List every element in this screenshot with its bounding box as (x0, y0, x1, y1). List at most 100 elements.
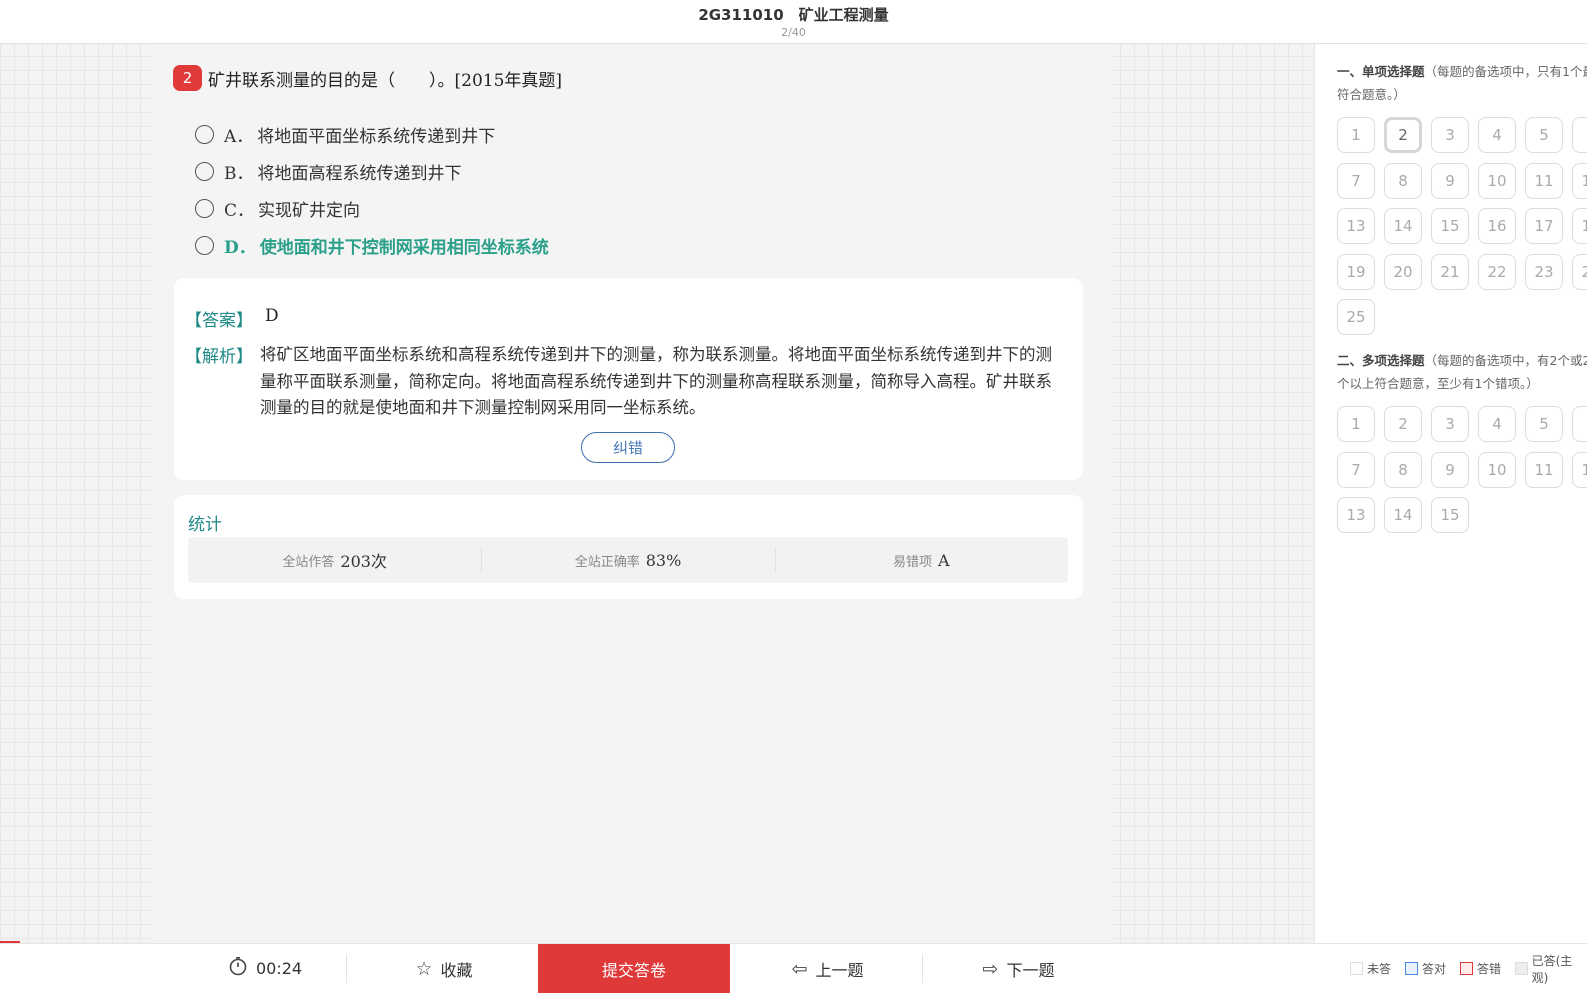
question-number-cell[interactable]: 1 (1337, 406, 1375, 442)
stat-label: 易错项 (893, 554, 933, 570)
exam-title: 2G311010 矿业工程测量 (698, 6, 889, 24)
question-number-cell[interactable]: 6 (1572, 406, 1587, 442)
timer-value: 00:24 (255, 959, 303, 978)
next-question-button[interactable]: ⇨ 下一题 (926, 944, 1111, 993)
section-single-choice-title: 一、单项选择题（每题的备选项中，只有1个最符合题意。） (1337, 60, 1587, 106)
question-number-cell[interactable]: 19 (1337, 253, 1375, 290)
question-number-cell[interactable]: 13 (1337, 208, 1375, 244)
legend-label: 答错 (1477, 962, 1502, 976)
question-number-badge: 2 (173, 65, 202, 91)
legend-label: 未答 (1367, 962, 1392, 976)
answer-value: D (265, 306, 279, 326)
question-number-cell[interactable]: 5 (1525, 406, 1563, 442)
option-letter: B． (224, 164, 254, 184)
legend-swatch (1350, 962, 1363, 975)
stat-label: 全站作答 (282, 554, 335, 570)
question-number-cell[interactable]: 13 (1337, 497, 1375, 533)
question-number-cell[interactable]: 11 (1525, 451, 1563, 488)
section-title: 二、多项选择题 (1337, 353, 1425, 368)
option-text: 实现矿井定向 (258, 201, 361, 221)
option-a[interactable]: A． 将地面平面坐标系统传递到井下 (195, 116, 549, 153)
question-number-cell[interactable]: 3 (1431, 406, 1469, 442)
question-number-cell[interactable]: 22 (1478, 253, 1516, 290)
question-number-cell[interactable]: 7 (1337, 162, 1375, 199)
question-number-cell[interactable]: 14 (1384, 208, 1422, 244)
favorite-button[interactable]: ☆ 收藏 (350, 944, 538, 993)
question-number-cell[interactable]: 9 (1431, 162, 1469, 199)
stat-label: 全站正确率 (574, 554, 640, 570)
question-number-cell[interactable]: 8 (1384, 451, 1422, 488)
option-c[interactable]: C． 实现矿井定向 (195, 190, 549, 227)
question-number-cell[interactable]: 10 (1478, 451, 1516, 488)
question-text: 矿井联系测量的目的是（ ）。[2015年真题] (208, 70, 563, 91)
legend-swatch (1405, 962, 1418, 975)
question-number-cell[interactable]: 25 (1337, 299, 1375, 335)
question-number-cell[interactable]: 1 (1337, 117, 1375, 153)
question-number-cell[interactable]: 23 (1525, 253, 1563, 290)
question-number-cell[interactable]: 15 (1431, 497, 1469, 533)
explanation-text: 将矿区地面平面坐标系统和高程系统传递到井下的测量，称为联系测量。将地面平面坐标系… (260, 345, 1052, 417)
stats-bar: 全站作答 203次 全站正确率 83% 易错项 A (188, 537, 1068, 583)
stat-value: 83% (645, 550, 682, 570)
legend-correct: 答对 (1405, 944, 1446, 993)
answer-label: 【答案】 (185, 311, 253, 331)
option-text: 将地面高程系统传递到井下 (257, 164, 462, 184)
top-header: 2G311010 矿业工程测量 2/40 (0, 0, 1587, 44)
question-number-cell[interactable]: 12 (1572, 451, 1587, 488)
star-icon: ☆ (415, 957, 433, 980)
question-number-cell[interactable]: 10 (1478, 162, 1516, 199)
question-number-cell[interactable]: 18 (1572, 208, 1587, 244)
section-multi-choice-title: 二、多项选择题（每题的备选项中，有2个或2个以上符合题意，至少有1个错项。） (1337, 349, 1587, 395)
bottom-toolbar: 00:24 ☆ 收藏 提交答卷 ⇦ 上一题 ⇨ 下一题 未答 答对 答错 已答(… (0, 943, 1587, 993)
legend-swatch (1515, 962, 1528, 975)
question-header: 2 矿井联系测量的目的是（ ）。[2015年真题] (173, 64, 562, 92)
question-number-cell[interactable]: 6 (1572, 117, 1587, 153)
stat-value: A (938, 550, 950, 570)
section-title: 一、单项选择题 (1337, 64, 1425, 79)
stat-common-wrong: 易错项 A (774, 537, 1068, 583)
question-number-cell[interactable]: 17 (1525, 208, 1563, 244)
question-number-cell[interactable]: 4 (1478, 117, 1516, 153)
question-number-cell[interactable]: 8 (1384, 162, 1422, 199)
answer-row: 【答案】 D (185, 306, 279, 331)
prev-label: 上一题 (815, 960, 864, 980)
question-number-cell[interactable]: 4 (1478, 406, 1516, 442)
question-number-cell[interactable]: 15 (1431, 208, 1469, 244)
question-number-cell[interactable]: 11 (1525, 162, 1563, 199)
stats-card: 统计 全站作答 203次 全站正确率 83% 易错项 A (174, 495, 1083, 599)
divider (922, 954, 923, 983)
submit-exam-button[interactable]: 提交答卷 (538, 944, 730, 993)
question-number-cell[interactable]: 16 (1478, 208, 1516, 244)
radio-icon[interactable] (195, 199, 214, 218)
explanation-row: 【解析】 将矿区地面平面坐标系统和高程系统传递到井下的测量，称为联系测量。将地面… (185, 342, 1065, 422)
question-number-cell[interactable]: 20 (1384, 253, 1422, 290)
question-number-cell[interactable]: 9 (1431, 451, 1469, 488)
question-number-cell[interactable]: 24 (1572, 253, 1587, 290)
favorite-label: 收藏 (440, 960, 473, 980)
question-number-cell[interactable]: 5 (1525, 117, 1563, 153)
radio-icon[interactable] (195, 236, 214, 255)
question-number-cell[interactable]: 7 (1337, 451, 1375, 488)
question-number-cell[interactable]: 14 (1384, 497, 1422, 533)
legend-unanswered: 未答 (1350, 944, 1391, 993)
legend-label: 答对 (1422, 962, 1447, 976)
question-number-cell[interactable]: 21 (1431, 253, 1469, 290)
question-number-cell[interactable]: 12 (1572, 162, 1587, 199)
radio-icon[interactable] (195, 125, 214, 144)
answer-sheet-sidebar: 一、单项选择题（每题的备选项中，只有1个最符合题意。） 123456789101… (1314, 44, 1587, 943)
question-number-cell[interactable]: 3 (1431, 117, 1469, 153)
prev-question-button[interactable]: ⇦ 上一题 (735, 944, 920, 993)
question-panel: 2 矿井联系测量的目的是（ ）。[2015年真题] A． 将地面平面坐标系统传递… (153, 44, 1113, 943)
stat-value: 203次 (340, 552, 387, 571)
question-number-cell[interactable]: 2 (1384, 117, 1422, 153)
radio-icon[interactable] (195, 162, 214, 181)
legend-swatch (1460, 962, 1473, 975)
legend-subjective: 已答(主观) (1515, 944, 1587, 993)
option-d[interactable]: D． 使地面和井下控制网采用相同坐标系统 (195, 227, 549, 264)
report-error-button[interactable]: 纠错 (581, 432, 675, 463)
arrow-right-icon: ⇨ (982, 957, 999, 980)
option-b[interactable]: B． 将地面高程系统传递到井下 (195, 153, 549, 190)
stats-title: 统计 (188, 515, 222, 535)
question-number-cell[interactable]: 2 (1384, 406, 1422, 442)
page-indicator: 2/40 (781, 26, 806, 39)
